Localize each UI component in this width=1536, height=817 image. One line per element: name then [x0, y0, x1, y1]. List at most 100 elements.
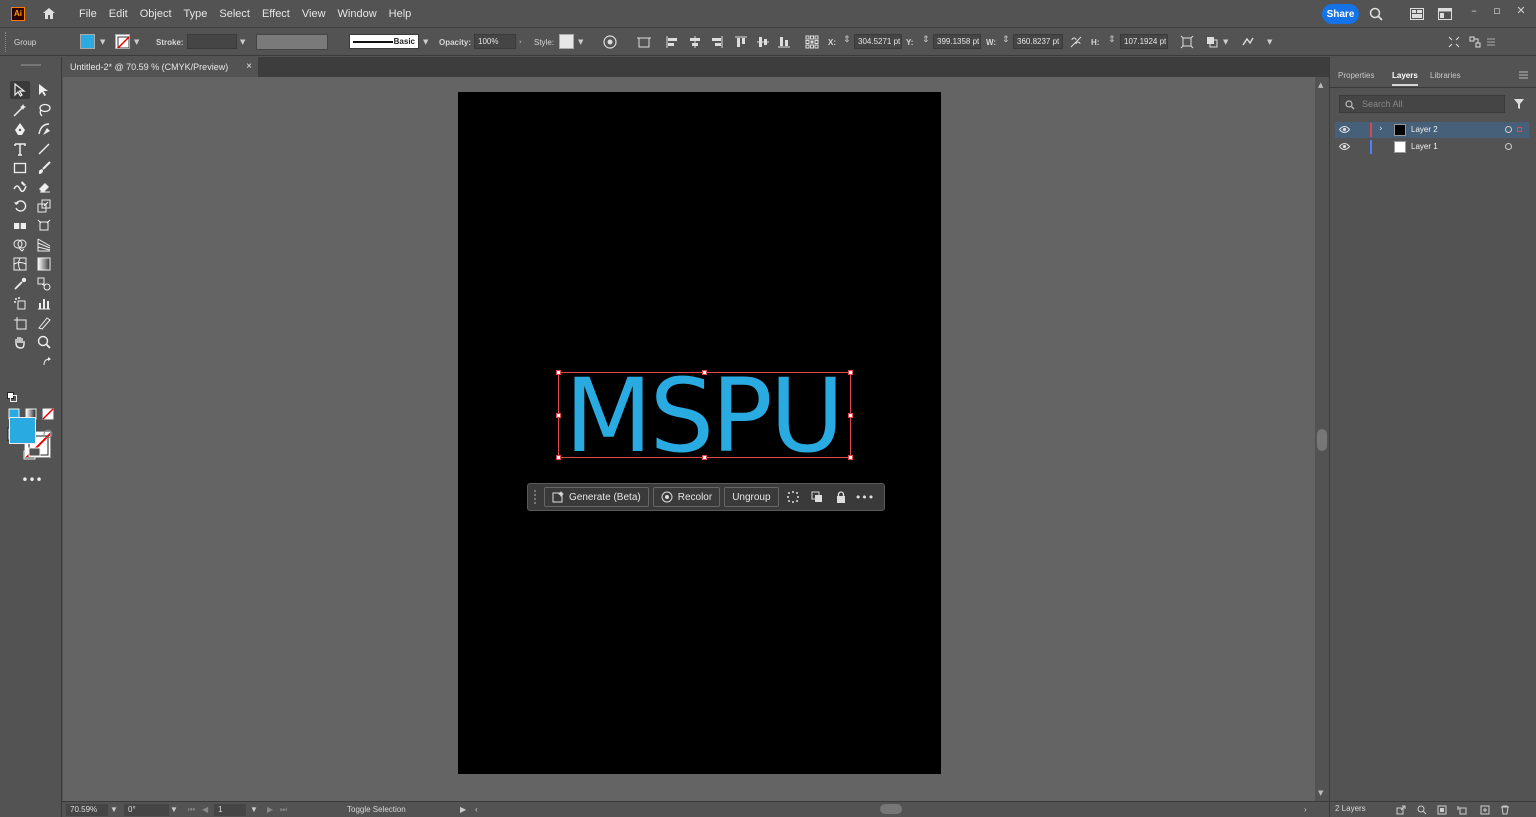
- tab-libraries[interactable]: Libraries: [1430, 66, 1461, 86]
- layer-target-icon[interactable]: [1505, 126, 1512, 133]
- arrange-documents-icon[interactable]: [1436, 5, 1454, 23]
- selection-indicator[interactable]: [1517, 127, 1522, 132]
- layer-row-layer-2[interactable]: › Layer 2: [1335, 122, 1529, 138]
- style-chevron-icon[interactable]: ▼: [578, 38, 586, 46]
- line-segment-tool-icon[interactable]: [34, 140, 54, 158]
- mesh-tool-icon[interactable]: [10, 255, 30, 273]
- blend-tool-icon[interactable]: [34, 275, 54, 293]
- share-button[interactable]: Share: [1322, 4, 1359, 24]
- next-artboard-icon[interactable]: ▶: [267, 804, 273, 816]
- home-icon[interactable]: [40, 5, 58, 23]
- shaper-tool-icon[interactable]: [10, 178, 30, 196]
- scroll-left-chevron-icon[interactable]: ‹: [475, 804, 478, 816]
- align-vertical-center-icon[interactable]: [755, 34, 771, 50]
- ungroup-button[interactable]: Ungroup: [724, 487, 779, 507]
- draw-inside-icon[interactable]: [41, 427, 55, 441]
- layer-row-layer-1[interactable]: Layer 1: [1335, 139, 1529, 155]
- shape-builder-tool-icon[interactable]: [10, 236, 30, 254]
- handle-bottom-center[interactable]: [702, 455, 707, 460]
- menu-object[interactable]: Object: [134, 0, 178, 28]
- first-artboard-icon[interactable]: ⏮: [188, 804, 195, 816]
- task-bar-grip[interactable]: [534, 490, 540, 504]
- close-tab-icon[interactable]: ×: [246, 57, 252, 77]
- constrain-proportions-icon[interactable]: [1068, 34, 1084, 50]
- selection-tool-icon[interactable]: [10, 81, 30, 99]
- menu-file[interactable]: File: [73, 0, 103, 28]
- handle-top-right[interactable]: [848, 370, 853, 375]
- artboard[interactable]: MSPU: [458, 92, 941, 774]
- generate-beta-button[interactable]: Generate (Beta): [544, 487, 649, 507]
- menu-view[interactable]: View: [296, 0, 332, 28]
- export-icon[interactable]: [1396, 805, 1406, 817]
- delete-layer-icon[interactable]: [1500, 805, 1510, 817]
- type-tool-icon[interactable]: [10, 140, 30, 158]
- fill-dropdown-chevron-icon[interactable]: ▼: [100, 38, 108, 46]
- edit-toolbar-more-icon[interactable]: •••: [21, 472, 42, 488]
- visibility-eye-icon[interactable]: [1338, 142, 1351, 154]
- artboard-tool-icon[interactable]: [10, 314, 30, 332]
- swap-fill-stroke-icon[interactable]: [40, 355, 54, 369]
- duplicate-icon[interactable]: [807, 487, 827, 507]
- search-icon[interactable]: [1367, 5, 1385, 23]
- rotate-tool-icon[interactable]: [10, 197, 30, 215]
- artboard-number-field[interactable]: 1: [214, 804, 246, 816]
- menu-window[interactable]: Window: [332, 0, 383, 28]
- zoom-tool-icon[interactable]: [34, 333, 54, 351]
- paintbrush-tool-icon[interactable]: [34, 159, 54, 177]
- rotation-chevron-icon[interactable]: ▼: [170, 804, 178, 816]
- recolor-artwork-icon[interactable]: [602, 34, 618, 50]
- recolor-button[interactable]: Recolor: [652, 487, 721, 507]
- scroll-down-chevron-icon[interactable]: ▼: [1318, 789, 1323, 797]
- new-layer-icon[interactable]: [1480, 805, 1490, 817]
- stroke-weight-chevron-icon[interactable]: ▼: [240, 38, 248, 46]
- vertical-scroll-thumb[interactable]: [1317, 429, 1327, 451]
- menu-help[interactable]: Help: [383, 0, 418, 28]
- pen-tool-icon[interactable]: [10, 120, 30, 138]
- scroll-right-chevron-icon[interactable]: ›: [1304, 804, 1307, 816]
- x-position-field[interactable]: 304.5271 pt: [854, 34, 902, 49]
- scroll-up-chevron-icon[interactable]: ▲: [1318, 81, 1323, 89]
- slice-tool-icon[interactable]: [34, 314, 54, 332]
- last-artboard-icon[interactable]: ⏭: [280, 804, 287, 816]
- align-bottom-icon[interactable]: [776, 34, 792, 50]
- horizontal-scroll-thumb[interactable]: [880, 804, 902, 814]
- more-options-icon[interactable]: •••: [855, 487, 875, 507]
- scale-tool-icon[interactable]: [34, 197, 54, 215]
- menu-select[interactable]: Select: [213, 0, 256, 28]
- handle-bottom-left[interactable]: [556, 455, 561, 460]
- symbol-sprayer-tool-icon[interactable]: [10, 294, 30, 312]
- close-window-icon[interactable]: ✕: [1510, 3, 1532, 17]
- align-top-icon[interactable]: [733, 34, 749, 50]
- height-field[interactable]: 107.1924 pt: [1120, 34, 1168, 49]
- handle-middle-left[interactable]: [556, 413, 561, 418]
- control-bar-grip[interactable]: [5, 32, 6, 52]
- default-fill-stroke-icon[interactable]: [5, 390, 19, 404]
- curvature-tool-icon[interactable]: [34, 120, 54, 138]
- stroke-weight-field[interactable]: [187, 34, 237, 49]
- width-tool-icon[interactable]: [10, 217, 30, 235]
- gradient-tool-icon[interactable]: [34, 255, 54, 273]
- layer-name[interactable]: Layer 2: [1411, 122, 1438, 138]
- shape-mode-icon[interactable]: [1204, 34, 1220, 50]
- menu-type[interactable]: Type: [178, 0, 214, 28]
- h-stepper-icon[interactable]: ⇕: [1108, 36, 1116, 45]
- panel-options-icon[interactable]: [1467, 34, 1483, 50]
- layer-name[interactable]: Layer 1: [1411, 139, 1438, 155]
- new-sublayer-icon[interactable]: [1457, 805, 1467, 817]
- zoom-chevron-icon[interactable]: ▼: [110, 804, 118, 816]
- menu-edit[interactable]: Edit: [103, 0, 134, 28]
- isolate-group-icon[interactable]: [1240, 34, 1256, 50]
- y-position-field[interactable]: 399.1358 pt: [933, 34, 981, 49]
- vertical-scrollbar[interactable]: ▲ ▼: [1315, 77, 1329, 801]
- direct-selection-tool-icon[interactable]: [34, 81, 54, 99]
- toolbar-grip[interactable]: [21, 64, 41, 66]
- lock-icon[interactable]: [831, 487, 851, 507]
- align-left-icon[interactable]: [664, 34, 680, 50]
- x-stepper-icon[interactable]: ⇕: [843, 36, 851, 45]
- brush-definition-field[interactable]: Basic: [349, 34, 419, 49]
- w-stepper-icon[interactable]: ⇕: [1002, 36, 1010, 45]
- opacity-field[interactable]: 100%: [474, 34, 516, 49]
- status-menu-icon[interactable]: ▶: [460, 804, 466, 816]
- rectangle-tool-icon[interactable]: [10, 159, 30, 177]
- minimize-icon[interactable]: –: [1463, 3, 1485, 17]
